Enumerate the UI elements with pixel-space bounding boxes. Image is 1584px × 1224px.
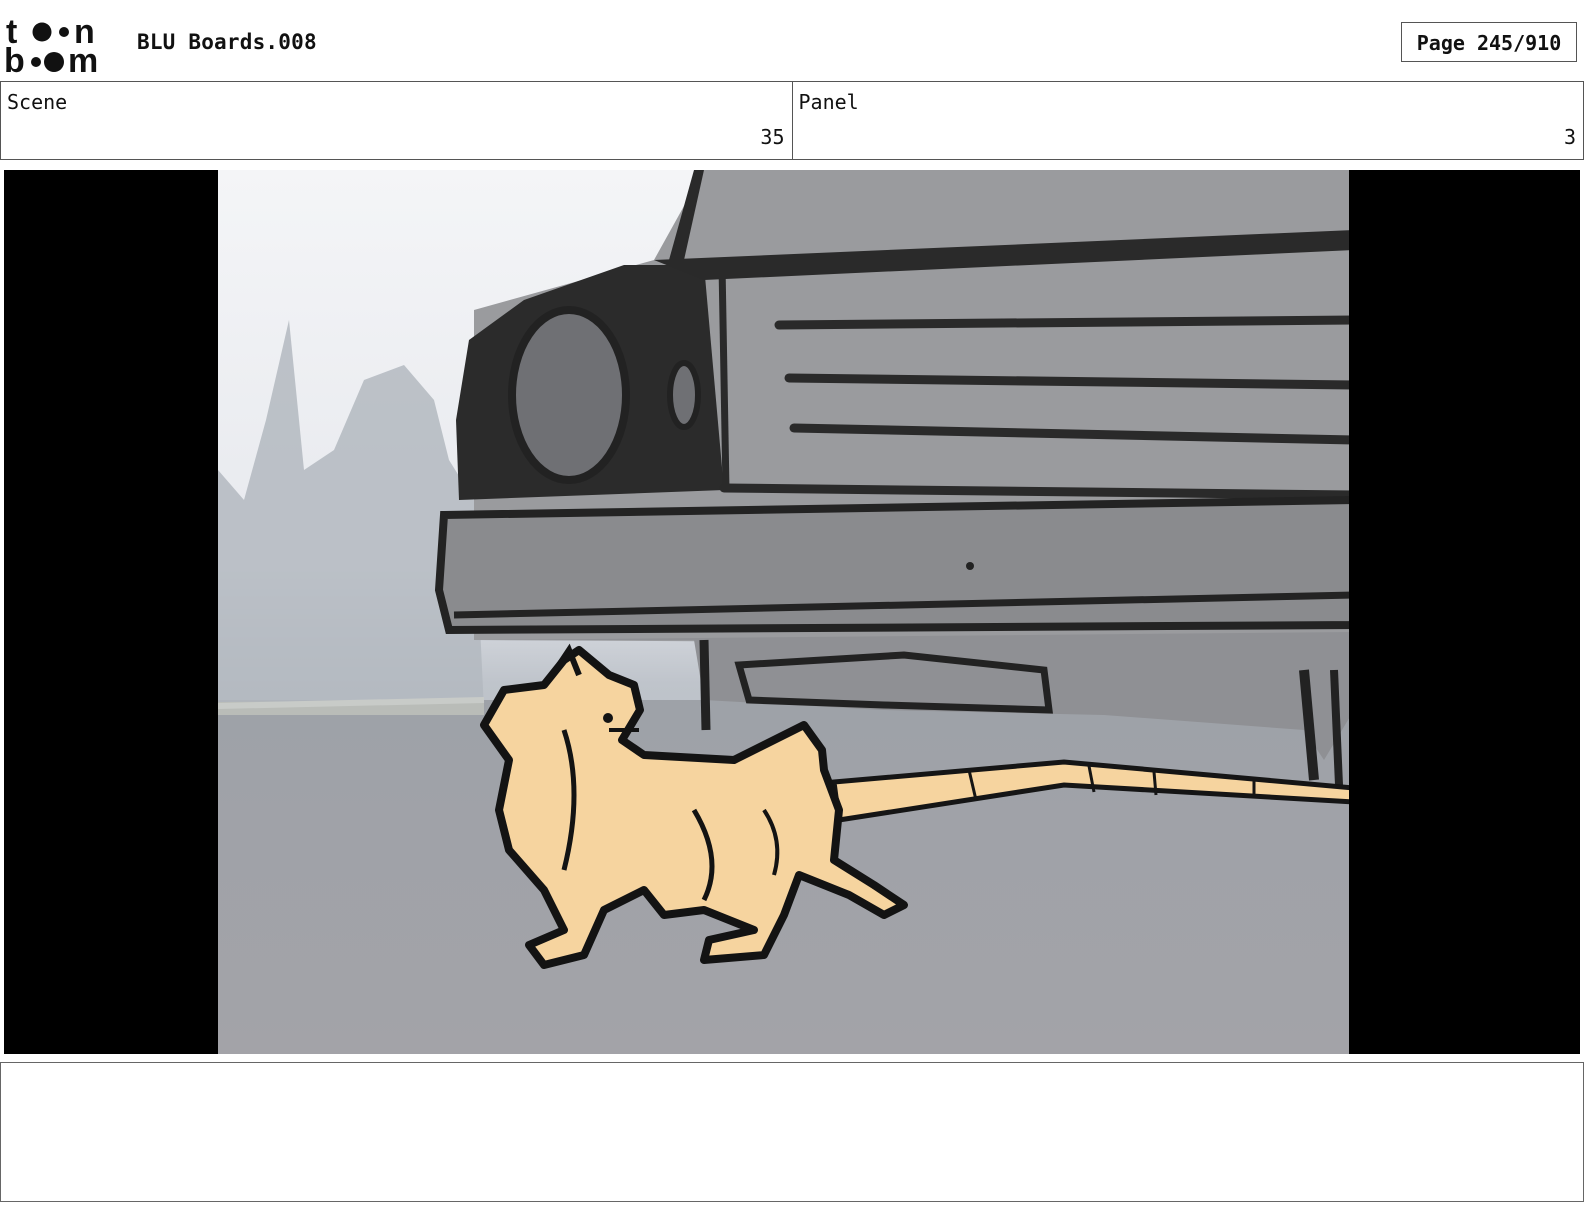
storyboard-panel [4,170,1580,1054]
scene-cell: Scene 35 [1,82,792,159]
panel-cell: Panel 3 [791,82,1584,159]
svg-text:m: m [68,42,98,76]
page-indicator: Page 245/910 [1401,22,1577,62]
notes-box [0,1062,1584,1202]
project-title: BLU Boards.008 [137,30,317,54]
scene-panel-strip: Scene 35 Panel 3 [0,81,1584,160]
scene-number: 35 [760,125,785,149]
storyboard-drawing [4,170,1580,1054]
toon-boom-logo: t n b m [4,13,116,80]
svg-text:b: b [4,42,25,76]
panel-label: Panel [798,90,859,114]
panel-number: 3 [1563,125,1576,149]
scene-label: Scene [7,90,68,114]
